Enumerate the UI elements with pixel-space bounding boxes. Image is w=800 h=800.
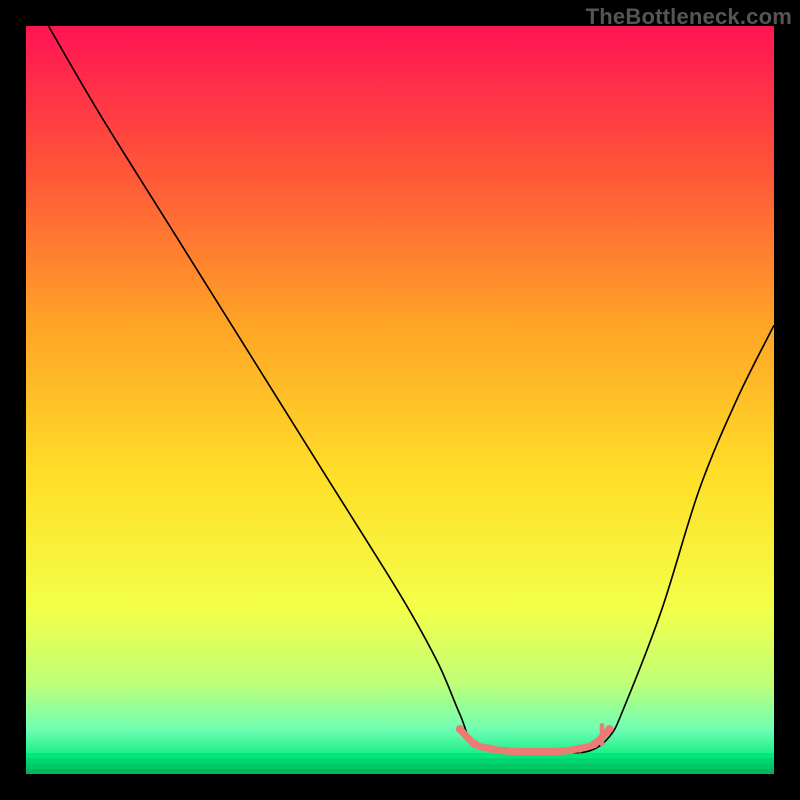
bottom-stripes — [26, 753, 774, 774]
watermark-text: TheBottleneck.com — [586, 4, 792, 30]
chart-svg — [26, 26, 774, 774]
chart-stage: TheBottleneck.com — [0, 0, 800, 800]
gradient-background — [26, 26, 774, 774]
plot-area — [26, 26, 774, 774]
